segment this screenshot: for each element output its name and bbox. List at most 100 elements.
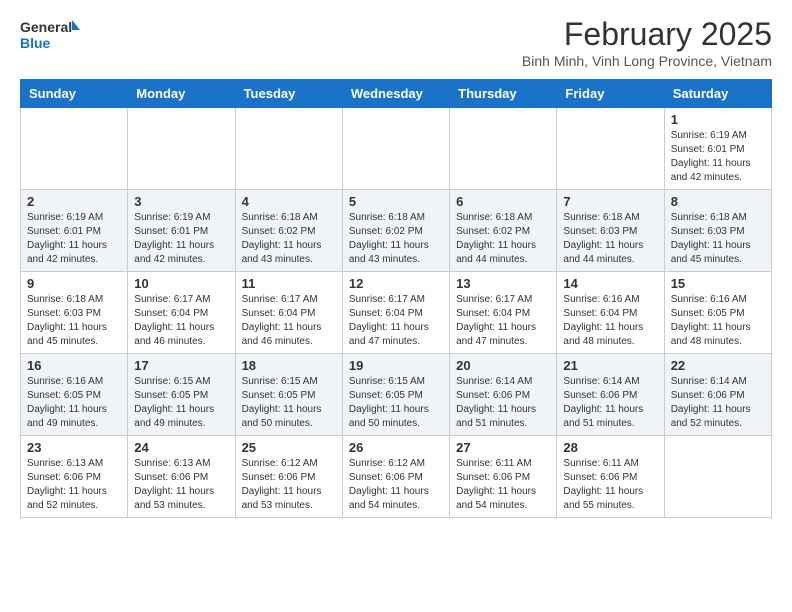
day-info: Sunrise: 6:17 AM Sunset: 6:04 PM Dayligh… [456,293,550,349]
day-number: 3 [134,194,228,209]
day-number: 28 [563,440,657,455]
day-number: 26 [349,440,443,455]
day-number: 25 [242,440,336,455]
day-number: 16 [27,358,121,373]
day-number: 23 [27,440,121,455]
week-row-5: 23 Sunrise: 6:13 AM Sunset: 6:06 PM Dayli… [21,436,772,518]
logo-svg: General Blue [20,16,80,54]
day-cell: 16 Sunrise: 6:16 AM Sunset: 6:05 PM Dayli… [21,354,128,436]
day-info: Sunrise: 6:16 AM Sunset: 6:05 PM Dayligh… [671,293,765,349]
day-number: 7 [563,194,657,209]
day-number: 14 [563,276,657,291]
day-number: 20 [456,358,550,373]
day-number: 6 [456,194,550,209]
day-info: Sunrise: 6:17 AM Sunset: 6:04 PM Dayligh… [134,293,228,349]
weekday-wednesday: Wednesday [342,80,449,108]
day-cell: 10 Sunrise: 6:17 AM Sunset: 6:04 PM Dayli… [128,272,235,354]
day-info: Sunrise: 6:15 AM Sunset: 6:05 PM Dayligh… [349,375,443,431]
day-number: 13 [456,276,550,291]
day-number: 9 [27,276,121,291]
svg-text:General: General [20,19,72,35]
week-row-4: 16 Sunrise: 6:16 AM Sunset: 6:05 PM Dayli… [21,354,772,436]
weekday-tuesday: Tuesday [235,80,342,108]
day-cell: 28 Sunrise: 6:11 AM Sunset: 6:06 PM Dayli… [557,436,664,518]
day-number: 10 [134,276,228,291]
day-cell: 2Sunrise: 6:19 AM Sunset: 6:01 PM Daylig… [21,190,128,272]
week-row-1: 1 Sunrise: 6:19 AM Sunset: 6:01 PM Daylig… [21,108,772,190]
day-number: 1 [671,112,765,127]
day-cell [557,108,664,190]
day-info: Sunrise: 6:19 AM Sunset: 6:01 PM Dayligh… [671,129,765,185]
day-cell: 26 Sunrise: 6:12 AM Sunset: 6:06 PM Dayli… [342,436,449,518]
day-cell: 19 Sunrise: 6:15 AM Sunset: 6:05 PM Dayli… [342,354,449,436]
day-cell: 22Sunrise: 6:14 AM Sunset: 6:06 PM Dayli… [664,354,771,436]
week-row-2: 2Sunrise: 6:19 AM Sunset: 6:01 PM Daylig… [21,190,772,272]
day-info: Sunrise: 6:12 AM Sunset: 6:06 PM Dayligh… [349,457,443,513]
logo: General Blue [20,16,80,54]
week-row-3: 9 Sunrise: 6:18 AM Sunset: 6:03 PM Daylig… [21,272,772,354]
day-cell: 11 Sunrise: 6:17 AM Sunset: 6:04 PM Dayli… [235,272,342,354]
page-header: General Blue February 2025 Binh Minh, Vi… [20,16,772,69]
location: Binh Minh, Vinh Long Province, Vietnam [522,53,772,69]
day-info: Sunrise: 6:13 AM Sunset: 6:06 PM Dayligh… [27,457,121,513]
day-cell: 24Sunrise: 6:13 AM Sunset: 6:06 PM Dayli… [128,436,235,518]
day-cell: 6 Sunrise: 6:18 AM Sunset: 6:02 PM Daylig… [450,190,557,272]
day-number: 5 [349,194,443,209]
day-info: Sunrise: 6:18 AM Sunset: 6:02 PM Dayligh… [349,211,443,267]
day-number: 22 [671,358,765,373]
day-info: Sunrise: 6:14 AM Sunset: 6:06 PM Dayligh… [563,375,657,431]
day-cell [450,108,557,190]
weekday-sunday: Sunday [21,80,128,108]
day-info: Sunrise: 6:18 AM Sunset: 6:02 PM Dayligh… [242,211,336,267]
month-year: February 2025 [522,16,772,53]
day-cell [664,436,771,518]
day-info: Sunrise: 6:17 AM Sunset: 6:04 PM Dayligh… [242,293,336,349]
day-info: Sunrise: 6:19 AM Sunset: 6:01 PM Dayligh… [27,211,121,267]
day-number: 17 [134,358,228,373]
day-cell: 21Sunrise: 6:14 AM Sunset: 6:06 PM Dayli… [557,354,664,436]
day-cell [128,108,235,190]
day-number: 12 [349,276,443,291]
day-info: Sunrise: 6:18 AM Sunset: 6:03 PM Dayligh… [27,293,121,349]
day-number: 15 [671,276,765,291]
day-info: Sunrise: 6:18 AM Sunset: 6:03 PM Dayligh… [671,211,765,267]
day-number: 27 [456,440,550,455]
day-cell: 17 Sunrise: 6:15 AM Sunset: 6:05 PM Dayli… [128,354,235,436]
day-cell: 1 Sunrise: 6:19 AM Sunset: 6:01 PM Daylig… [664,108,771,190]
day-info: Sunrise: 6:18 AM Sunset: 6:02 PM Dayligh… [456,211,550,267]
day-cell: 14Sunrise: 6:16 AM Sunset: 6:04 PM Dayli… [557,272,664,354]
day-cell: 20Sunrise: 6:14 AM Sunset: 6:06 PM Dayli… [450,354,557,436]
weekday-thursday: Thursday [450,80,557,108]
day-cell: 12 Sunrise: 6:17 AM Sunset: 6:04 PM Dayli… [342,272,449,354]
day-cell: 8Sunrise: 6:18 AM Sunset: 6:03 PM Daylig… [664,190,771,272]
day-cell [235,108,342,190]
day-info: Sunrise: 6:18 AM Sunset: 6:03 PM Dayligh… [563,211,657,267]
day-cell: 4 Sunrise: 6:18 AM Sunset: 6:02 PM Daylig… [235,190,342,272]
day-info: Sunrise: 6:16 AM Sunset: 6:05 PM Dayligh… [27,375,121,431]
weekday-monday: Monday [128,80,235,108]
day-info: Sunrise: 6:15 AM Sunset: 6:05 PM Dayligh… [134,375,228,431]
weekday-friday: Friday [557,80,664,108]
day-cell: 18Sunrise: 6:15 AM Sunset: 6:05 PM Dayli… [235,354,342,436]
day-cell: 7 Sunrise: 6:18 AM Sunset: 6:03 PM Daylig… [557,190,664,272]
day-cell: 13 Sunrise: 6:17 AM Sunset: 6:04 PM Dayli… [450,272,557,354]
day-number: 24 [134,440,228,455]
day-info: Sunrise: 6:11 AM Sunset: 6:06 PM Dayligh… [456,457,550,513]
calendar-table: SundayMondayTuesdayWednesdayThursdayFrid… [20,79,772,518]
day-cell: 9 Sunrise: 6:18 AM Sunset: 6:03 PM Daylig… [21,272,128,354]
day-info: Sunrise: 6:15 AM Sunset: 6:05 PM Dayligh… [242,375,336,431]
day-cell [342,108,449,190]
day-cell: 3Sunrise: 6:19 AM Sunset: 6:01 PM Daylig… [128,190,235,272]
day-number: 11 [242,276,336,291]
day-info: Sunrise: 6:11 AM Sunset: 6:06 PM Dayligh… [563,457,657,513]
day-cell: 27 Sunrise: 6:11 AM Sunset: 6:06 PM Dayli… [450,436,557,518]
day-number: 4 [242,194,336,209]
title-block: February 2025 Binh Minh, Vinh Long Provi… [522,16,772,69]
day-cell: 5 Sunrise: 6:18 AM Sunset: 6:02 PM Daylig… [342,190,449,272]
day-info: Sunrise: 6:17 AM Sunset: 6:04 PM Dayligh… [349,293,443,349]
day-number: 19 [349,358,443,373]
svg-text:Blue: Blue [20,35,51,51]
day-cell [21,108,128,190]
day-cell: 15 Sunrise: 6:16 AM Sunset: 6:05 PM Dayli… [664,272,771,354]
weekday-saturday: Saturday [664,80,771,108]
